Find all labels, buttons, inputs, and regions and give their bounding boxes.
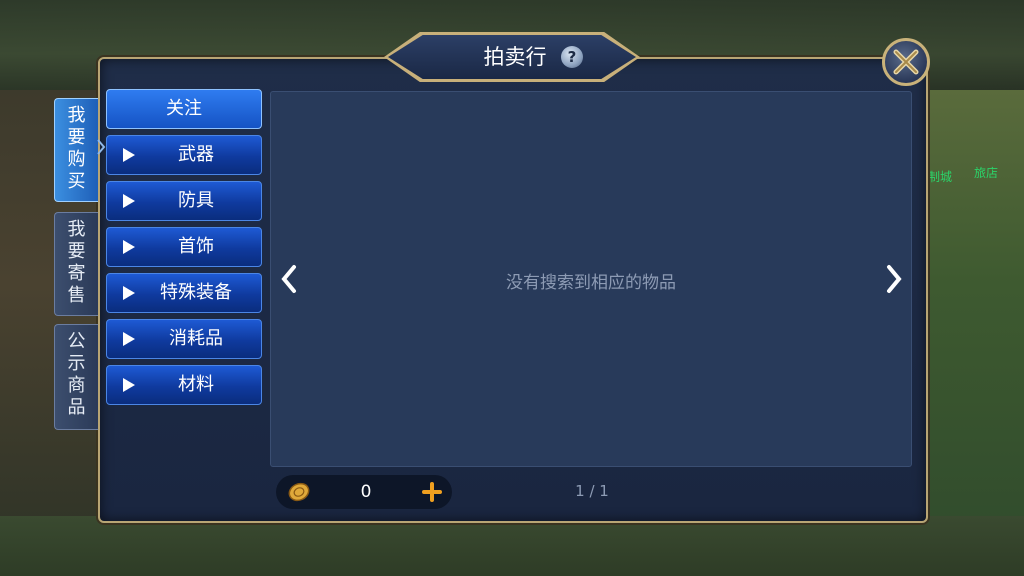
category-jewelry-button[interactable]: 首饰 xyxy=(106,227,262,267)
currency-bar: 0 xyxy=(276,475,452,509)
category-label: 关注 xyxy=(166,98,202,119)
window-title: 拍卖行 xyxy=(483,45,547,69)
chevron-right-icon[interactable] xyxy=(884,263,904,295)
category-consumables-button[interactable]: 消耗品 xyxy=(106,319,262,359)
category-weapons-button[interactable]: 武器 xyxy=(106,135,262,175)
category-special-equipment-button[interactable]: 特殊装备 xyxy=(106,273,262,313)
question-icon[interactable]: ? xyxy=(561,46,583,68)
tab-public-items-label: 公示商品 xyxy=(67,331,86,418)
background-sign-text: 制城 xyxy=(928,170,953,184)
close-button[interactable] xyxy=(882,38,930,86)
gold-coin-icon xyxy=(288,482,310,502)
item-list-area: 没有搜索到相应的物品 xyxy=(270,91,912,467)
background-ground xyxy=(0,516,1024,576)
background-right-building xyxy=(914,90,1024,576)
empty-result-message: 没有搜索到相应的物品 xyxy=(506,273,676,293)
tab-public-items[interactable]: 公示商品 xyxy=(54,324,98,430)
page-indicator: 1 / 1 xyxy=(575,482,609,500)
category-label: 材料 xyxy=(178,374,214,395)
close-x-icon xyxy=(893,49,919,75)
plus-icon[interactable] xyxy=(422,482,442,502)
tab-consign-label: 我要寄售 xyxy=(67,219,86,306)
category-materials-button[interactable]: 材料 xyxy=(106,365,262,405)
category-label: 特殊装备 xyxy=(160,282,232,303)
chevron-left-icon[interactable] xyxy=(279,263,299,295)
chevron-right-icon xyxy=(97,139,106,155)
category-label: 首饰 xyxy=(178,236,214,257)
tab-buy-label: 我要购买 xyxy=(67,105,86,192)
category-follow-button[interactable]: 关注 xyxy=(106,89,262,129)
category-label: 防具 xyxy=(178,190,214,211)
category-label: 武器 xyxy=(178,144,214,165)
currency-amount: 0 xyxy=(360,482,372,502)
tab-buy[interactable]: 我要购买 xyxy=(54,98,98,202)
background-sign-text: 旅店 xyxy=(974,166,999,180)
tab-consign[interactable]: 我要寄售 xyxy=(54,212,98,316)
category-label: 消耗品 xyxy=(169,328,223,349)
category-armor-button[interactable]: 防具 xyxy=(106,181,262,221)
